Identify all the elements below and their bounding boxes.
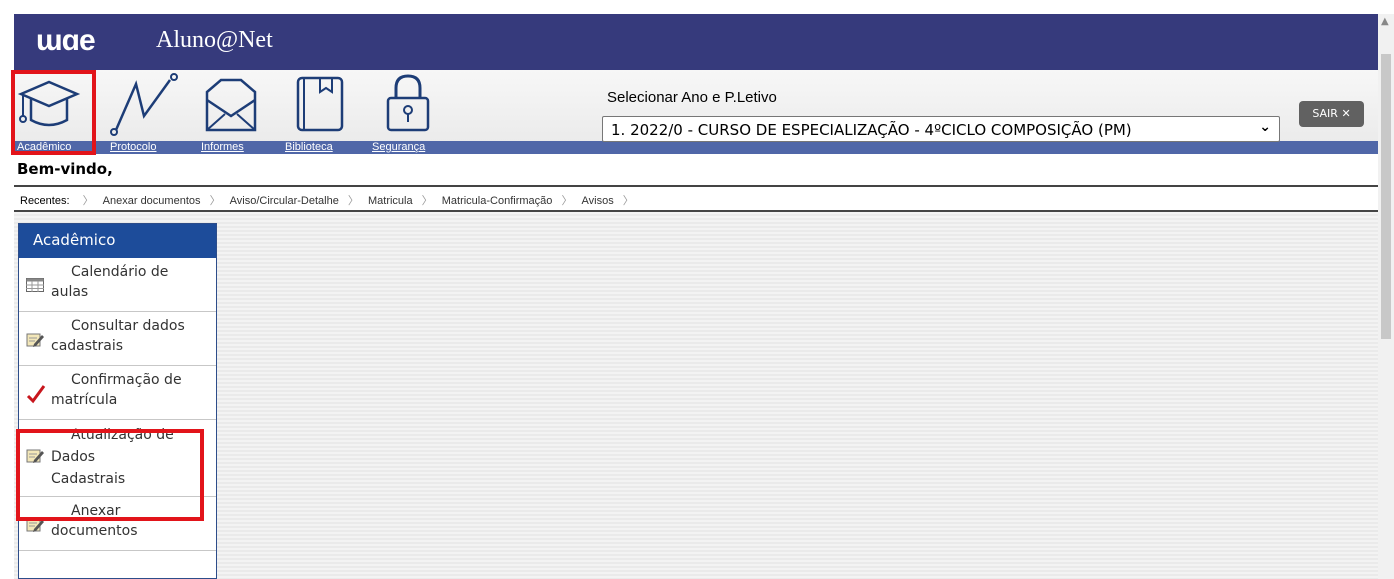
logout-button[interactable]: SAIR ✕ xyxy=(1299,101,1364,127)
nav-protocolo[interactable]: Protocolo xyxy=(98,70,178,154)
period-select[interactable]: 1. 2022/0 - CURSO DE ESPECIALIZAÇÃO - 4º… xyxy=(602,116,1280,142)
recent-link-anexar[interactable]: Anexar documentos xyxy=(103,195,201,207)
period-select-value: 1. 2022/0 - CURSO DE ESPECIALIZAÇÃO - 4º… xyxy=(611,121,1132,139)
sidebar-item-line: Dados xyxy=(51,449,96,465)
breadcrumb-separator-icon: 〉 xyxy=(209,195,221,207)
envelope-icon xyxy=(205,78,257,132)
recent-link-avisos[interactable]: Avisos xyxy=(582,195,614,207)
edit-note-icon xyxy=(26,332,44,352)
main-content-area xyxy=(14,212,1378,579)
line-chart-icon xyxy=(110,73,178,136)
welcome-message: Bem-vindo, xyxy=(17,160,113,178)
recents-breadcrumb: Recentes: 〉 Anexar documentos 〉 Aviso/Ci… xyxy=(14,185,1378,212)
nav-informes-label: Informes xyxy=(201,141,244,153)
sidebar-item-line: Atualização de xyxy=(71,427,174,443)
sidebar-item-line: Consultar dados xyxy=(71,318,185,334)
recent-link-matricula[interactable]: Matricula xyxy=(368,195,413,207)
sidebar-item-line: Confirmação de xyxy=(71,372,182,388)
nav-academico-label: Acadêmico xyxy=(17,141,72,153)
sidebar-item-consultar-dados[interactable]: Consultar dados cadastrais xyxy=(19,312,216,366)
edit-note-icon xyxy=(26,517,44,537)
sidebar-item-calendario[interactable]: Calendário de aulas xyxy=(19,258,216,312)
recents-label: Recentes: xyxy=(20,195,70,207)
nav-seguranca-label: Segurança xyxy=(372,141,426,153)
sidebar-item-line: cadastrais xyxy=(51,338,124,354)
breadcrumb-separator-icon: 〉 xyxy=(421,195,433,207)
recent-link-aviso[interactable]: Aviso/Circular-Detalhe xyxy=(230,195,339,207)
breadcrumb-separator-icon: 〉 xyxy=(82,195,94,207)
sidebar-item-atualizacao-dados[interactable]: Atualização de Dados Cadastrais xyxy=(19,420,216,497)
nav-informes[interactable]: Informes xyxy=(193,70,263,154)
book-icon xyxy=(296,76,344,132)
breadcrumb-separator-icon: 〉 xyxy=(561,195,573,207)
scroll-up-arrow-icon[interactable]: ▲ xyxy=(1381,16,1389,27)
scrollbar-thumb[interactable] xyxy=(1381,54,1391,339)
sidebar-item-confirmacao-matricula[interactable]: Confirmação de matrícula xyxy=(19,366,216,420)
sidebar-item-line: matrícula xyxy=(51,392,118,408)
nav-biblioteca[interactable]: Biblioteca xyxy=(282,70,362,154)
sidebar-title: Acadêmico xyxy=(19,224,216,258)
sidebar-item-line: Calendário de xyxy=(71,264,169,280)
calendar-grid-icon xyxy=(26,278,44,296)
recent-link-matricula-confirmacao[interactable]: Matricula-Confirmação xyxy=(442,195,553,207)
nav-protocolo-label: Protocolo xyxy=(110,141,157,153)
sidebar-item-anexar-documentos[interactable]: Anexar documentos xyxy=(19,497,216,551)
checkmark-icon xyxy=(26,384,46,408)
app-title: Aluno@Net xyxy=(156,27,273,53)
sidebar-item-line: aulas xyxy=(51,284,89,300)
breadcrumb-separator-icon: 〉 xyxy=(347,195,359,207)
edit-note-icon xyxy=(26,448,44,468)
app-logo: ɯɑe xyxy=(36,24,96,57)
breadcrumb-separator-icon: 〉 xyxy=(622,195,634,207)
sidebar-item-line: documentos xyxy=(51,523,138,539)
chevron-down-icon: ⌄ xyxy=(1259,119,1271,135)
sidebar-item-line: Anexar xyxy=(71,503,121,519)
sidebar-academico: Acadêmico Calendário de aulas Consultar xyxy=(18,223,217,579)
sidebar-item-line: Cadastrais xyxy=(51,471,126,487)
padlock-icon xyxy=(386,74,430,132)
period-selector-label: Selecionar Ano e P.Letivo xyxy=(607,89,777,106)
graduation-cap-icon xyxy=(17,80,81,127)
nav-biblioteca-label: Biblioteca xyxy=(285,141,333,153)
vertical-scrollbar[interactable]: ▲ xyxy=(1378,14,1394,579)
nav-academico[interactable]: Acadêmico xyxy=(17,70,93,154)
app-header: ɯɑe Aluno@Net xyxy=(14,14,1378,70)
nav-seguranca[interactable]: Segurança xyxy=(370,70,450,154)
